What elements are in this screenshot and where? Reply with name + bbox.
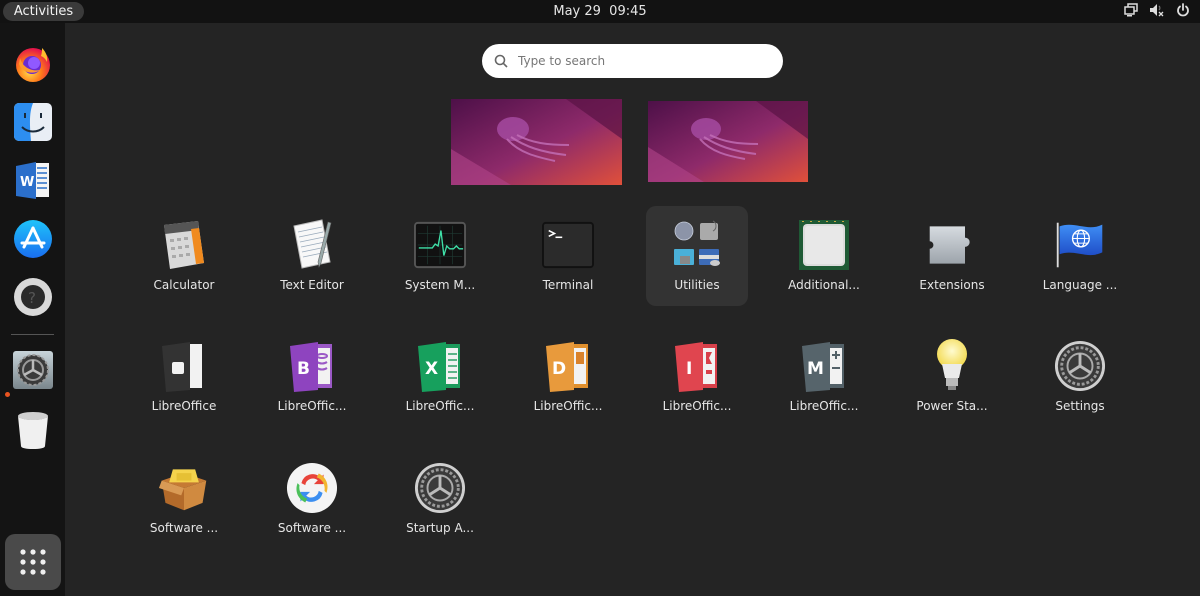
calculator-icon [164, 221, 204, 269]
app-label: System M... [404, 278, 476, 292]
volume-muted-icon[interactable] [1149, 3, 1165, 17]
app-power-statistics[interactable]: Power Sta... [901, 327, 1003, 427]
software-updater-icon [286, 462, 338, 514]
libreoffice-base-icon: B [290, 342, 332, 392]
app-terminal[interactable]: Terminal [517, 206, 619, 306]
dock: W ? [0, 23, 65, 596]
app-settings[interactable]: Settings [1029, 327, 1131, 427]
app-libreoffice-math[interactable]: M LibreOffic... [773, 327, 875, 427]
app-label: Software ... [149, 521, 219, 535]
svg-text:W: W [20, 175, 34, 190]
libreoffice-draw-icon: D [546, 342, 588, 392]
app-label: LibreOffic... [277, 399, 347, 413]
app-label: Settings [1055, 399, 1105, 413]
wallpaper-jellyfish-image [648, 101, 808, 182]
app-language-support[interactable]: Language ... [1029, 206, 1131, 306]
word-icon: W [16, 162, 49, 199]
search-input[interactable] [518, 54, 758, 68]
libreoffice-math-icon: M [802, 342, 844, 392]
app-calculator[interactable]: Calculator [133, 206, 235, 306]
app-startup-applications[interactable]: Startup A... [389, 449, 491, 549]
app-label: Terminal [542, 278, 594, 292]
lightbulb-icon [937, 339, 967, 390]
app-software-updater[interactable]: Software ... [261, 449, 363, 549]
system-monitor-icon [414, 221, 466, 269]
svg-text:B: B [297, 359, 310, 379]
search-bar[interactable] [482, 44, 783, 78]
app-software-package[interactable]: Software ... [133, 449, 235, 549]
text-editor-icon [293, 219, 332, 269]
power-icon[interactable] [1176, 3, 1190, 17]
app-folder-utilities[interactable]: Utilities [646, 206, 748, 306]
app-label: Extensions [919, 278, 985, 292]
app-libreoffice-base[interactable]: B LibreOffic... [261, 327, 363, 427]
app-libreoffice-calc[interactable]: X LibreOffic... [389, 327, 491, 427]
screen-share-icon[interactable] [1124, 3, 1138, 17]
app-label: Text Editor [280, 278, 344, 292]
app-libreoffice[interactable]: LibreOffice [133, 327, 235, 427]
clock-container: May 29 09:45 [0, 0, 1200, 23]
language-flag-icon [1056, 222, 1103, 268]
app-libreoffice-impress[interactable]: I LibreOffic... [646, 327, 748, 427]
trash-icon [18, 412, 48, 449]
libreoffice-impress-icon: I [675, 342, 717, 392]
app-libreoffice-draw[interactable]: D LibreOffic... [517, 327, 619, 427]
top-bar: Activities May 29 09:45 [0, 0, 1200, 23]
activities-button[interactable]: Activities [3, 2, 84, 21]
firefox-icon [16, 48, 50, 82]
app-text-editor[interactable]: Text Editor [261, 206, 363, 306]
app-label: LibreOffic... [405, 399, 475, 413]
package-box-icon [158, 469, 207, 511]
workspace-thumbnail-2[interactable] [648, 101, 808, 182]
app-label: LibreOffice [151, 399, 217, 413]
app-additional-drivers[interactable]: Additional... [773, 206, 875, 306]
libreoffice-icon [162, 342, 202, 392]
additional-drivers-icon [799, 220, 849, 270]
show-apps-button[interactable] [5, 534, 61, 590]
search-icon [494, 54, 508, 68]
dock-item-trash[interactable] [10, 407, 56, 453]
dock-item-app-store[interactable] [10, 216, 56, 262]
workspace-thumbnail-1[interactable] [451, 99, 622, 185]
extensions-puzzle-icon [929, 226, 970, 264]
finder-icon [14, 103, 52, 141]
app-extensions[interactable]: Extensions [901, 206, 1003, 306]
app-label: Additional... [788, 278, 860, 292]
system-tray[interactable] [1124, 3, 1190, 17]
app-label: Software ... [277, 521, 347, 535]
terminal-icon [542, 221, 594, 269]
libreoffice-calc-icon: X [418, 342, 460, 392]
svg-text:D: D [552, 359, 566, 379]
svg-text:?: ? [28, 289, 36, 307]
dock-item-files[interactable] [10, 99, 56, 145]
app-label: LibreOffic... [789, 399, 859, 413]
app-label: Startup A... [406, 521, 474, 535]
app-grid-icon [20, 549, 46, 575]
app-store-icon [14, 220, 52, 258]
app-label: Language ... [1042, 278, 1118, 292]
startup-gear-icon [414, 462, 466, 514]
dock-separator [11, 334, 54, 335]
dock-item-settings[interactable] [10, 347, 56, 393]
app-label: Utilities [674, 278, 720, 292]
app-label: Calculator [153, 278, 215, 292]
dock-item-help[interactable]: ? [10, 274, 56, 320]
app-label: LibreOffic... [662, 399, 732, 413]
dock-item-word[interactable]: W [10, 157, 56, 203]
clock[interactable]: May 29 09:45 [553, 4, 646, 19]
utilities-folder-icon [674, 220, 720, 266]
svg-text:M: M [807, 359, 824, 379]
app-label: Power Sta... [916, 399, 988, 413]
dock-item-firefox[interactable] [10, 40, 56, 86]
svg-text:I: I [686, 359, 692, 379]
settings-gear-icon [13, 351, 53, 389]
svg-text:X: X [425, 359, 438, 379]
help-lifebuoy-icon: ? [14, 278, 52, 316]
app-system-monitor[interactable]: System M... [389, 206, 491, 306]
wallpaper-jellyfish-image [451, 99, 622, 185]
app-label: LibreOffic... [533, 399, 603, 413]
settings-gear-icon [1054, 340, 1106, 392]
